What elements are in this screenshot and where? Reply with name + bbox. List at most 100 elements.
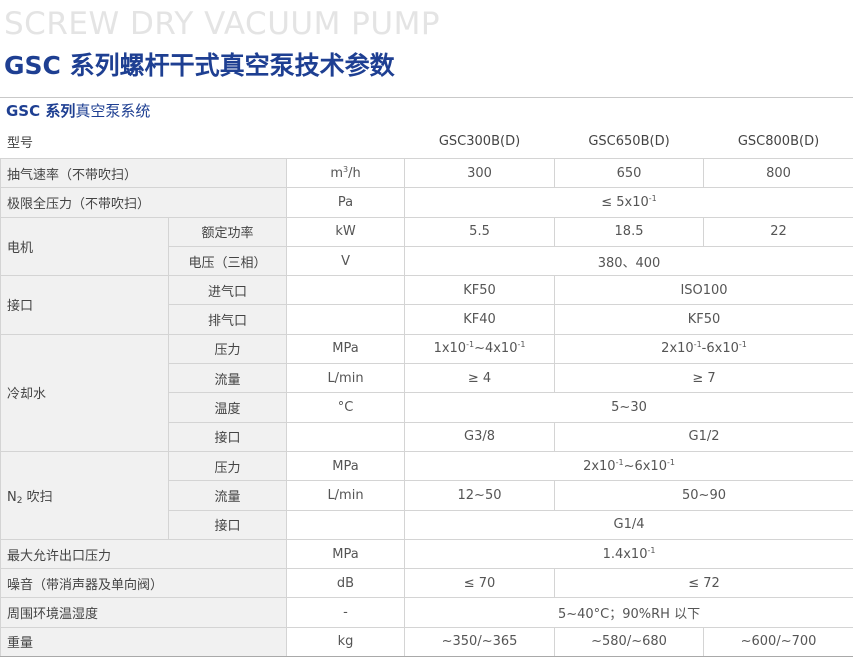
value-part: 2x10 (661, 341, 694, 357)
section-title: GSC 系列真空泵系统 (6, 100, 150, 121)
unit-cell: - (286, 597, 406, 628)
value-cell: 5~40°C；90%RH 以下 (404, 597, 853, 628)
value-exp: -1 (615, 457, 624, 467)
row-label: 最大允许出口压力 (0, 538, 288, 570)
value-cell: G1/2 (554, 421, 853, 452)
value-cell: KF40 (404, 304, 556, 335)
value-cell: 50~90 (554, 480, 853, 511)
unit-cell: MPa (286, 450, 406, 482)
model-name: GSC650B(D) (554, 124, 705, 159)
row-label: 抽气速率（不带吹扫） (0, 157, 288, 189)
sub-label: 流量 (167, 480, 288, 511)
header-blank (286, 124, 406, 159)
value-cell: G1/4 (404, 509, 853, 540)
table-row: 极限全压力（不带吹扫） Pa ≤ 5x10-1 (0, 187, 853, 218)
value-cell: ISO100 (554, 275, 853, 306)
value-cell: 650 (554, 157, 705, 189)
unit-cell: MPa (286, 333, 406, 365)
value-cell: 1x10-1~4x10-1 (404, 333, 556, 365)
value-cell: 18.5 (554, 216, 705, 247)
group-label-n2: N2 吹扫 (0, 450, 169, 540)
unit-cell (286, 275, 406, 306)
value-base: ≤ 5x10 (601, 194, 649, 210)
table-row: N2 吹扫 压力 MPa 2x10-1~6x10-1 (0, 450, 853, 540)
page-title: GSC 系列螺杆干式真空泵技术参数 (4, 51, 395, 80)
sub-label: 温度 (167, 392, 288, 423)
sub-label: 电压（三相） (167, 245, 288, 277)
unit-cell: °C (286, 392, 406, 423)
value-exp: -1 (666, 457, 675, 467)
value-exp: -1 (647, 545, 656, 555)
spec-table: 型号 GSC300B(D) GSC650B(D) GSC800B(D) 抽气速率… (0, 124, 853, 658)
table-row: 噪音（带消声器及单向阀） dB ≤ 70 ≤ 72 (0, 568, 853, 599)
value-exp: -1 (738, 340, 747, 350)
group-label-ports: 接口 (0, 275, 169, 335)
value-cell: ≥ 7 (554, 363, 853, 394)
value-cell: 2x10-1-6x10-1 (554, 333, 853, 365)
value-exp: -1 (517, 340, 526, 350)
n2-label-base: N (7, 489, 17, 505)
section-divider (0, 97, 853, 98)
unit-cell: kg (286, 626, 406, 658)
table-row: 电机 额定功率 kW 5.5 18.5 22 (0, 216, 853, 277)
value-part: ~6x10 (623, 458, 667, 474)
value-cell: 22 (703, 216, 853, 247)
value-part: 1x10 (433, 341, 467, 357)
sub-label: 压力 (167, 450, 288, 482)
n2-label-rest: 吹扫 (22, 489, 53, 505)
sub-label: 额定功率 (167, 216, 288, 247)
table-row: 重量 kg ~350/~365 ~580/~680 ~600/~700 (0, 626, 853, 658)
value-part: ~4x10 (474, 341, 518, 357)
value-cell: 5~30 (404, 392, 853, 423)
value-cell: ~350/~365 (404, 626, 556, 658)
value-cell: ≥ 4 (404, 363, 556, 394)
sub-label: 进气口 (167, 275, 288, 306)
value-cell: ~580/~680 (554, 626, 705, 658)
sub-label: 接口 (167, 421, 288, 452)
sub-label: 流量 (167, 363, 288, 394)
value-cell: KF50 (554, 304, 853, 335)
row-label: 周围环境温湿度 (0, 597, 288, 628)
value-exp: -1 (648, 193, 657, 203)
unit-cell: Pa (286, 187, 406, 218)
value-cell: G3/8 (404, 421, 556, 452)
sub-label: 压力 (167, 333, 288, 365)
value-cell: 800 (703, 157, 853, 189)
table-row: 型号 GSC300B(D) GSC650B(D) GSC800B(D) (0, 124, 853, 159)
unit-cell: V (286, 245, 406, 277)
table-row: 周围环境温湿度 - 5~40°C；90%RH 以下 (0, 597, 853, 628)
unit-cell (286, 509, 406, 540)
value-part: -6x10 (701, 341, 739, 357)
row-label: 重量 (0, 626, 288, 658)
table-row: 抽气速率（不带吹扫） m3/h 300 650 800 (0, 157, 853, 189)
value-cell: 380、400 (404, 245, 853, 277)
value-cell: ≤ 5x10-1 (404, 187, 853, 218)
background-title: SCREW DRY VACUUM PUMP (4, 6, 441, 42)
sub-label: 接口 (167, 509, 288, 540)
sub-label: 排气口 (167, 304, 288, 335)
model-name: GSC300B(D) (404, 124, 556, 159)
section-title-rest: 真空泵系统 (75, 102, 151, 120)
model-label: 型号 (0, 124, 288, 159)
value-base: 1.4x10 (602, 546, 648, 562)
unit-base: m (330, 165, 343, 181)
value-cell: 1.4x10-1 (404, 538, 853, 570)
unit-cell: m3/h (286, 157, 406, 189)
unit-cell (286, 421, 406, 452)
row-label: 噪音（带消声器及单向阀） (0, 568, 288, 599)
value-cell: KF50 (404, 275, 556, 306)
value-exp: -1 (466, 340, 475, 350)
group-label-motor: 电机 (0, 216, 169, 277)
value-cell: 12~50 (404, 480, 556, 511)
value-part: 2x10 (583, 458, 616, 474)
table-row: 接口 进气口 KF50 ISO100 (0, 275, 853, 335)
unit-tail: /h (348, 165, 361, 181)
row-label: 极限全压力（不带吹扫） (0, 187, 288, 218)
value-cell: 2x10-1~6x10-1 (404, 450, 853, 482)
table-row: 冷却水 压力 MPa 1x10-1~4x10-1 2x10-1-6x10-1 (0, 333, 853, 452)
section-title-bold: GSC 系列 (6, 102, 76, 120)
value-cell: ~600/~700 (703, 626, 853, 658)
unit-cell: L/min (286, 480, 406, 511)
value-cell: 5.5 (404, 216, 556, 247)
unit-cell (286, 304, 406, 335)
